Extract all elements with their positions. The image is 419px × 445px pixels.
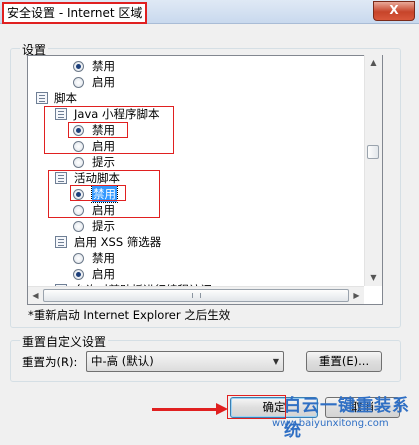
scroll-down-arrow-icon[interactable]: ▼ [366,270,381,285]
watermark-title: 白云一键重装系统 [284,396,410,441]
horizontal-scrollbar[interactable]: ◀ ▶ [28,286,364,304]
highlight-active-disable-box [70,185,126,201]
radio-button[interactable] [73,157,84,168]
highlight-java-disable-box [68,122,128,138]
horizontal-scroll-thumb[interactable] [43,289,349,302]
annotation-arrow-line [152,408,220,411]
reset-level-value: 中-高 (默认) [91,354,154,368]
tree-option-label: 启用 [92,267,115,281]
tree-option-label: 启用 [92,75,115,89]
radio-button[interactable] [73,269,84,280]
tree-category-label: 脚本 [54,91,77,105]
radio-button[interactable] [73,221,84,232]
close-button[interactable]: X [373,1,415,21]
scroll-left-arrow-icon[interactable]: ◀ [28,288,43,303]
tree-option-label: 提示 [92,219,115,233]
watermark-url: www.baiyunxitong.com [272,418,389,429]
vertical-scrollbar[interactable]: ▲ ▼ [364,55,382,286]
scroll-grip-icon [192,293,201,298]
title-bar: 安全设置 - Internet 区域 X [0,0,419,24]
reset-button[interactable]: 重置(E)... [306,351,382,372]
restart-note: *重新启动 Internet Explorer 之后生效 [28,308,231,322]
reset-to-label: 重置为(R): [22,355,78,369]
radio-button[interactable] [73,61,84,72]
settings-folder-icon [55,236,67,248]
tree-option-label: 禁用 [92,251,115,265]
settings-tree[interactable]: 禁用 启用 脚本 Java 小程序脚本 禁用 启用 提示 活动脚本 禁用 启用 … [27,55,383,305]
tree-option-label: 提示 [92,155,115,169]
annotation-arrow-icon [216,403,228,415]
reset-group-label: 重置自定义设置 [20,333,109,350]
vertical-scroll-thumb[interactable] [367,145,379,159]
window-title: 安全设置 - Internet 区域 [2,2,148,24]
reset-level-select[interactable]: 中-高 (默认) ▼ [86,351,284,372]
scroll-up-arrow-icon[interactable]: ▲ [366,55,381,70]
radio-button[interactable] [73,77,84,88]
highlight-ok-box [227,395,286,419]
tree-category-label: 启用 XSS 筛选器 [74,235,162,249]
scroll-right-arrow-icon[interactable]: ▶ [349,288,364,303]
settings-folder-icon [36,92,48,104]
chevron-down-icon: ▼ [272,357,279,366]
tree-option-label: 禁用 [92,59,115,73]
radio-button[interactable] [73,253,84,264]
